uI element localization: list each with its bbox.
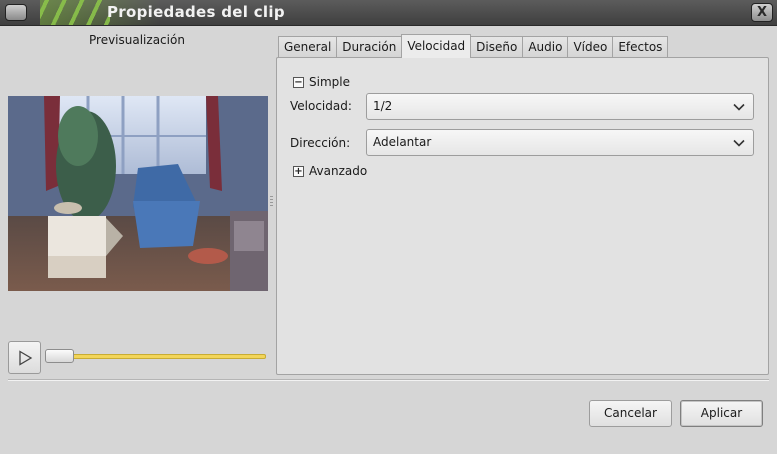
seek-slider-track[interactable] xyxy=(46,354,266,359)
preview-label: Previsualización xyxy=(89,33,185,47)
title-bar-stripes xyxy=(40,0,110,25)
video-preview xyxy=(8,96,268,291)
play-icon xyxy=(18,349,32,366)
direction-dropdown-value: Adelantar xyxy=(373,135,432,149)
direction-label: Dirección: xyxy=(290,136,351,150)
close-icon: X xyxy=(756,5,768,20)
tab-velocidad[interactable]: Velocidad xyxy=(401,34,472,58)
simple-section-toggle[interactable]: − Simple xyxy=(293,75,350,89)
speed-label: Velocidad: xyxy=(290,99,352,113)
chevron-down-icon xyxy=(733,139,745,147)
speed-dropdown-value: 1/2 xyxy=(373,99,393,113)
title-bar[interactable]: Propiedades del clip X xyxy=(0,0,777,26)
expand-icon: + xyxy=(293,165,304,177)
tab-bar: General Duración Velocidad Diseño Audio … xyxy=(278,34,669,60)
panel-splitter[interactable] xyxy=(270,196,273,206)
advanced-section-toggle[interactable]: + Avanzado xyxy=(293,164,367,178)
window-menu-button[interactable] xyxy=(5,4,27,21)
speed-panel: − Simple Velocidad: 1/2 Dirección: Adela… xyxy=(276,57,769,375)
chevron-down-icon xyxy=(733,103,745,111)
apply-button[interactable]: Aplicar xyxy=(680,400,763,427)
footer-divider xyxy=(8,379,769,381)
collapse-icon: − xyxy=(293,76,304,88)
seek-slider-handle[interactable] xyxy=(45,349,74,363)
close-button[interactable]: X xyxy=(751,3,773,22)
advanced-section-label: Avanzado xyxy=(309,164,368,178)
direction-dropdown[interactable]: Adelantar xyxy=(366,129,754,156)
simple-section-label: Simple xyxy=(309,75,350,89)
cancel-button[interactable]: Cancelar xyxy=(589,400,672,427)
play-button[interactable] xyxy=(8,341,41,374)
preview-frame-image xyxy=(8,96,268,291)
speed-dropdown[interactable]: 1/2 xyxy=(366,93,754,120)
window-title: Propiedades del clip xyxy=(107,3,285,21)
